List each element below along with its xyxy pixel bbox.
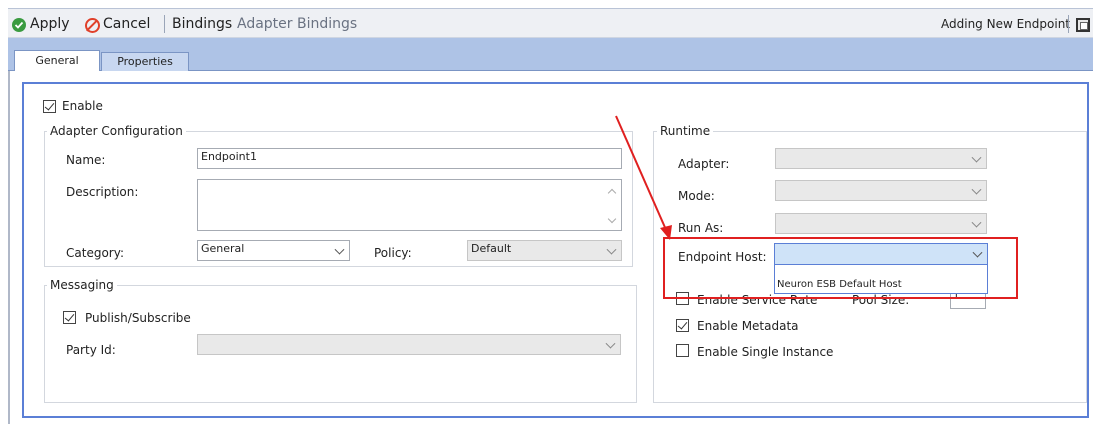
party-id-label: Party Id: [66,343,116,357]
publish-subscribe-label: Publish/Subscribe [85,311,191,325]
chevron-down-icon [605,338,616,349]
status-text: Adding New Endpoint [941,17,1070,31]
description-label: Description: [66,185,139,199]
category-select[interactable]: General [197,240,350,261]
policy-value: Default [471,242,512,255]
check-circle-icon[interactable] [12,18,26,32]
toolbar: Apply Cancel Bindings Adapter Bindings A… [8,8,1093,38]
cancel-icon[interactable] [85,18,100,33]
party-id-select[interactable] [197,334,621,355]
name-label: Name: [66,153,106,167]
tab-general[interactable]: General [14,50,100,72]
toolbar-separator [164,15,165,33]
tab-strip: General Properties [8,38,1093,72]
chevron-down-icon [971,184,982,195]
enable-checkbox[interactable] [43,100,56,113]
chevron-down-icon [334,244,345,255]
name-value: Endpoint1 [201,150,257,163]
bindings-button[interactable]: Bindings [172,14,232,34]
apply-button[interactable]: Apply [30,14,70,34]
enable-label: Enable [62,99,103,113]
policy-select[interactable]: Default [467,240,622,261]
toolbar-separator [1068,15,1069,33]
cancel-button[interactable]: Cancel [103,14,150,34]
highlight-box [663,237,1018,299]
chevron-down-icon [971,217,982,228]
policy-label: Policy: [374,246,412,260]
name-input[interactable]: Endpoint1 [197,148,622,169]
tab-properties[interactable]: Properties [101,52,189,71]
adapter-bindings-label: Adapter Bindings [237,16,358,32]
enable-metadata-label: Enable Metadata [697,319,799,333]
annotation-arrow-icon [615,115,672,240]
enable-metadata-checkbox[interactable] [676,319,689,332]
chevron-down-icon [971,152,982,163]
enable-single-instance-label: Enable Single Instance [697,345,834,359]
mode-label: Mode: [678,189,715,203]
messaging-title: Messaging [47,278,117,292]
enable-single-instance-checkbox[interactable] [676,344,689,357]
run-as-label: Run As: [678,221,724,235]
publish-subscribe-checkbox[interactable] [63,311,76,324]
run-as-select[interactable] [775,213,987,234]
adapter-label: Adapter: [678,157,730,171]
category-label: Category: [66,246,124,260]
category-value: General [201,242,245,255]
mode-select[interactable] [775,180,987,201]
description-input[interactable] [197,179,622,231]
adapter-config-title: Adapter Configuration [47,124,186,138]
adapter-select[interactable] [775,148,987,169]
window-icon[interactable] [1076,18,1090,32]
